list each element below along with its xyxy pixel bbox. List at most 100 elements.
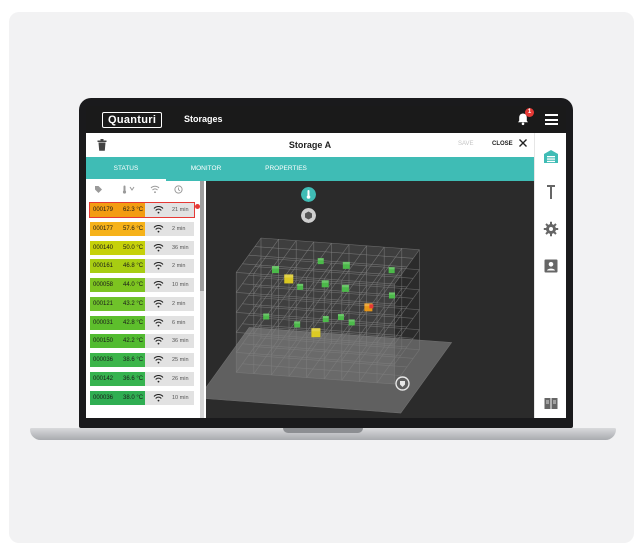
signal-icon[interactable]	[150, 185, 160, 194]
sensor-cube-highlight	[317, 258, 324, 261]
sensor-temperature: 42.2 °C	[123, 338, 144, 345]
sensor-cube-highlight	[297, 283, 304, 286]
sensor-cube-highlight	[294, 321, 301, 324]
laptop-notch	[283, 428, 363, 433]
app-screen: Quanturi Storages 1 Storage A SAVE CLOSE…	[86, 106, 566, 418]
sensor-row[interactable]: 000031 42.8 °C 6 min	[90, 315, 194, 330]
sensor-cube-highlight	[341, 284, 349, 288]
sensor-temperature: 38.6 °C	[123, 357, 144, 363]
probe-icon[interactable]	[543, 184, 559, 200]
signal-icon	[153, 356, 164, 364]
sensor-id: 000179	[93, 207, 114, 213]
list-scroll-thumb[interactable]	[200, 181, 204, 291]
sensor-temperature: 36.6 °C	[123, 375, 144, 382]
list-header	[86, 181, 198, 199]
signal-icon	[153, 281, 164, 289]
sensor-temperature: 46.8 °C	[123, 263, 144, 270]
sensor-cube-highlight	[322, 316, 329, 319]
sensor-cube-highlight	[321, 280, 329, 283]
hamburger-menu-icon[interactable]	[545, 114, 558, 125]
close-icon[interactable]	[518, 138, 528, 148]
storage-header: Storage A SAVE CLOSE	[86, 133, 534, 158]
last-update-time: 6 min	[172, 319, 186, 326]
camera-reset-icon[interactable]	[395, 376, 410, 391]
close-button[interactable]: CLOSE	[492, 141, 513, 147]
save-button[interactable]: SAVE	[458, 141, 474, 147]
sensor-temperature: 43.2 °C	[123, 300, 144, 307]
sensor-temperature: 62.3 °C	[123, 207, 144, 213]
section-title: Storages	[184, 114, 223, 124]
sensor-row[interactable]: 000140 50.0 °C 36 min	[90, 240, 194, 255]
sensor-cube-highlight	[263, 313, 270, 316]
gear-icon[interactable]	[543, 221, 559, 237]
storage-3d-scene[interactable]	[206, 181, 534, 418]
sensor-row[interactable]: 000150 42.2 °C 36 min	[90, 334, 194, 349]
tab-monitor[interactable]: MONITOR	[166, 157, 246, 181]
sensor-id: 000058	[93, 282, 114, 288]
right-rail	[534, 133, 566, 418]
clock-icon[interactable]	[174, 185, 183, 194]
last-update-time: 2 min	[172, 225, 186, 232]
last-update-time: 2 min	[172, 300, 186, 307]
storage-3d-viewport[interactable]	[206, 181, 534, 418]
tab-status[interactable]: STATUS	[86, 157, 166, 181]
warehouse-icon[interactable]	[543, 148, 559, 164]
sensor-row[interactable]: 000177 57.6 °C 2 min	[90, 221, 194, 236]
sensor-row[interactable]: 000058 44.0 °C 10 min	[90, 278, 194, 292]
alert-marker	[369, 304, 374, 309]
last-update-time: 2 min	[172, 263, 186, 270]
last-update-time: 10 min	[172, 394, 189, 401]
sensor-id: 000161	[93, 263, 114, 270]
sensor-cube-highlight	[311, 328, 321, 332]
tab-bar: STATUS MONITOR PROPERTIES	[86, 157, 534, 181]
sensor-cube-highlight	[348, 319, 355, 322]
last-update-time: 21 min	[172, 207, 189, 213]
sensor-list-panel: 000179 62.3 °C 21 min 000177 57.6 °C 2 min 000…	[86, 181, 206, 418]
sensor-id: 000121	[93, 300, 114, 307]
signal-icon	[153, 243, 164, 251]
sensor-cube-highlight	[284, 274, 294, 278]
signal-icon	[153, 318, 164, 326]
signal-icon	[153, 262, 164, 270]
sensor-id: 000177	[93, 225, 114, 232]
sensor-id: 000036	[93, 394, 114, 401]
sensor-cube-highlight	[388, 292, 395, 295]
sensor-cube-highlight	[337, 314, 344, 317]
signal-icon	[153, 206, 164, 214]
last-update-time: 25 min	[172, 357, 189, 363]
last-update-time: 10 min	[172, 282, 189, 288]
sensor-row[interactable]: 000142 36.6 °C 26 min	[90, 371, 194, 386]
signal-icon	[153, 224, 164, 233]
sensor-temperature: 38.0 °C	[123, 394, 144, 401]
tab-properties[interactable]: PROPERTIES	[246, 157, 326, 181]
signal-icon	[153, 337, 164, 345]
rack-line	[394, 289, 420, 325]
sensor-id: 000031	[93, 319, 114, 326]
sensor-row[interactable]: 000179 62.3 °C 21 min	[89, 202, 200, 218]
sensor-rows: 000179 62.3 °C 21 min 000177 57.6 °C 2 min 000…	[89, 202, 200, 409]
sensor-id: 000142	[93, 375, 114, 382]
sensor-temperature: 50.0 °C	[123, 244, 144, 251]
sensor-cube-highlight	[388, 267, 395, 270]
temperature-sort-icon[interactable]	[122, 185, 136, 194]
sensor-id: 000150	[93, 338, 114, 345]
tag-icon[interactable]	[94, 185, 103, 194]
contact-card-icon[interactable]	[543, 258, 559, 274]
sensor-cube-highlight	[272, 266, 279, 269]
signal-icon	[153, 299, 164, 308]
sensor-row[interactable]: 000036 38.0 °C 10 min	[90, 390, 194, 405]
sensor-cube-highlight	[342, 261, 350, 265]
signal-icon	[153, 374, 164, 383]
sensor-row[interactable]: 000121 43.2 °C 2 min	[90, 296, 194, 311]
sensor-row[interactable]: 000161 46.8 °C 2 min	[90, 259, 194, 274]
book-icon[interactable]	[543, 395, 559, 411]
sensor-temperature: 44.0 °C	[123, 282, 144, 288]
sensor-row[interactable]: 000036 38.6 °C 25 min	[90, 353, 194, 367]
last-update-time: 36 min	[172, 338, 189, 345]
sensor-id: 000140	[93, 244, 114, 251]
sensor-temperature: 57.6 °C	[123, 225, 144, 232]
top-bar: Quanturi Storages 1	[86, 106, 566, 133]
last-update-time: 36 min	[172, 244, 189, 251]
last-update-time: 26 min	[172, 375, 189, 382]
logo[interactable]: Quanturi	[102, 112, 163, 128]
